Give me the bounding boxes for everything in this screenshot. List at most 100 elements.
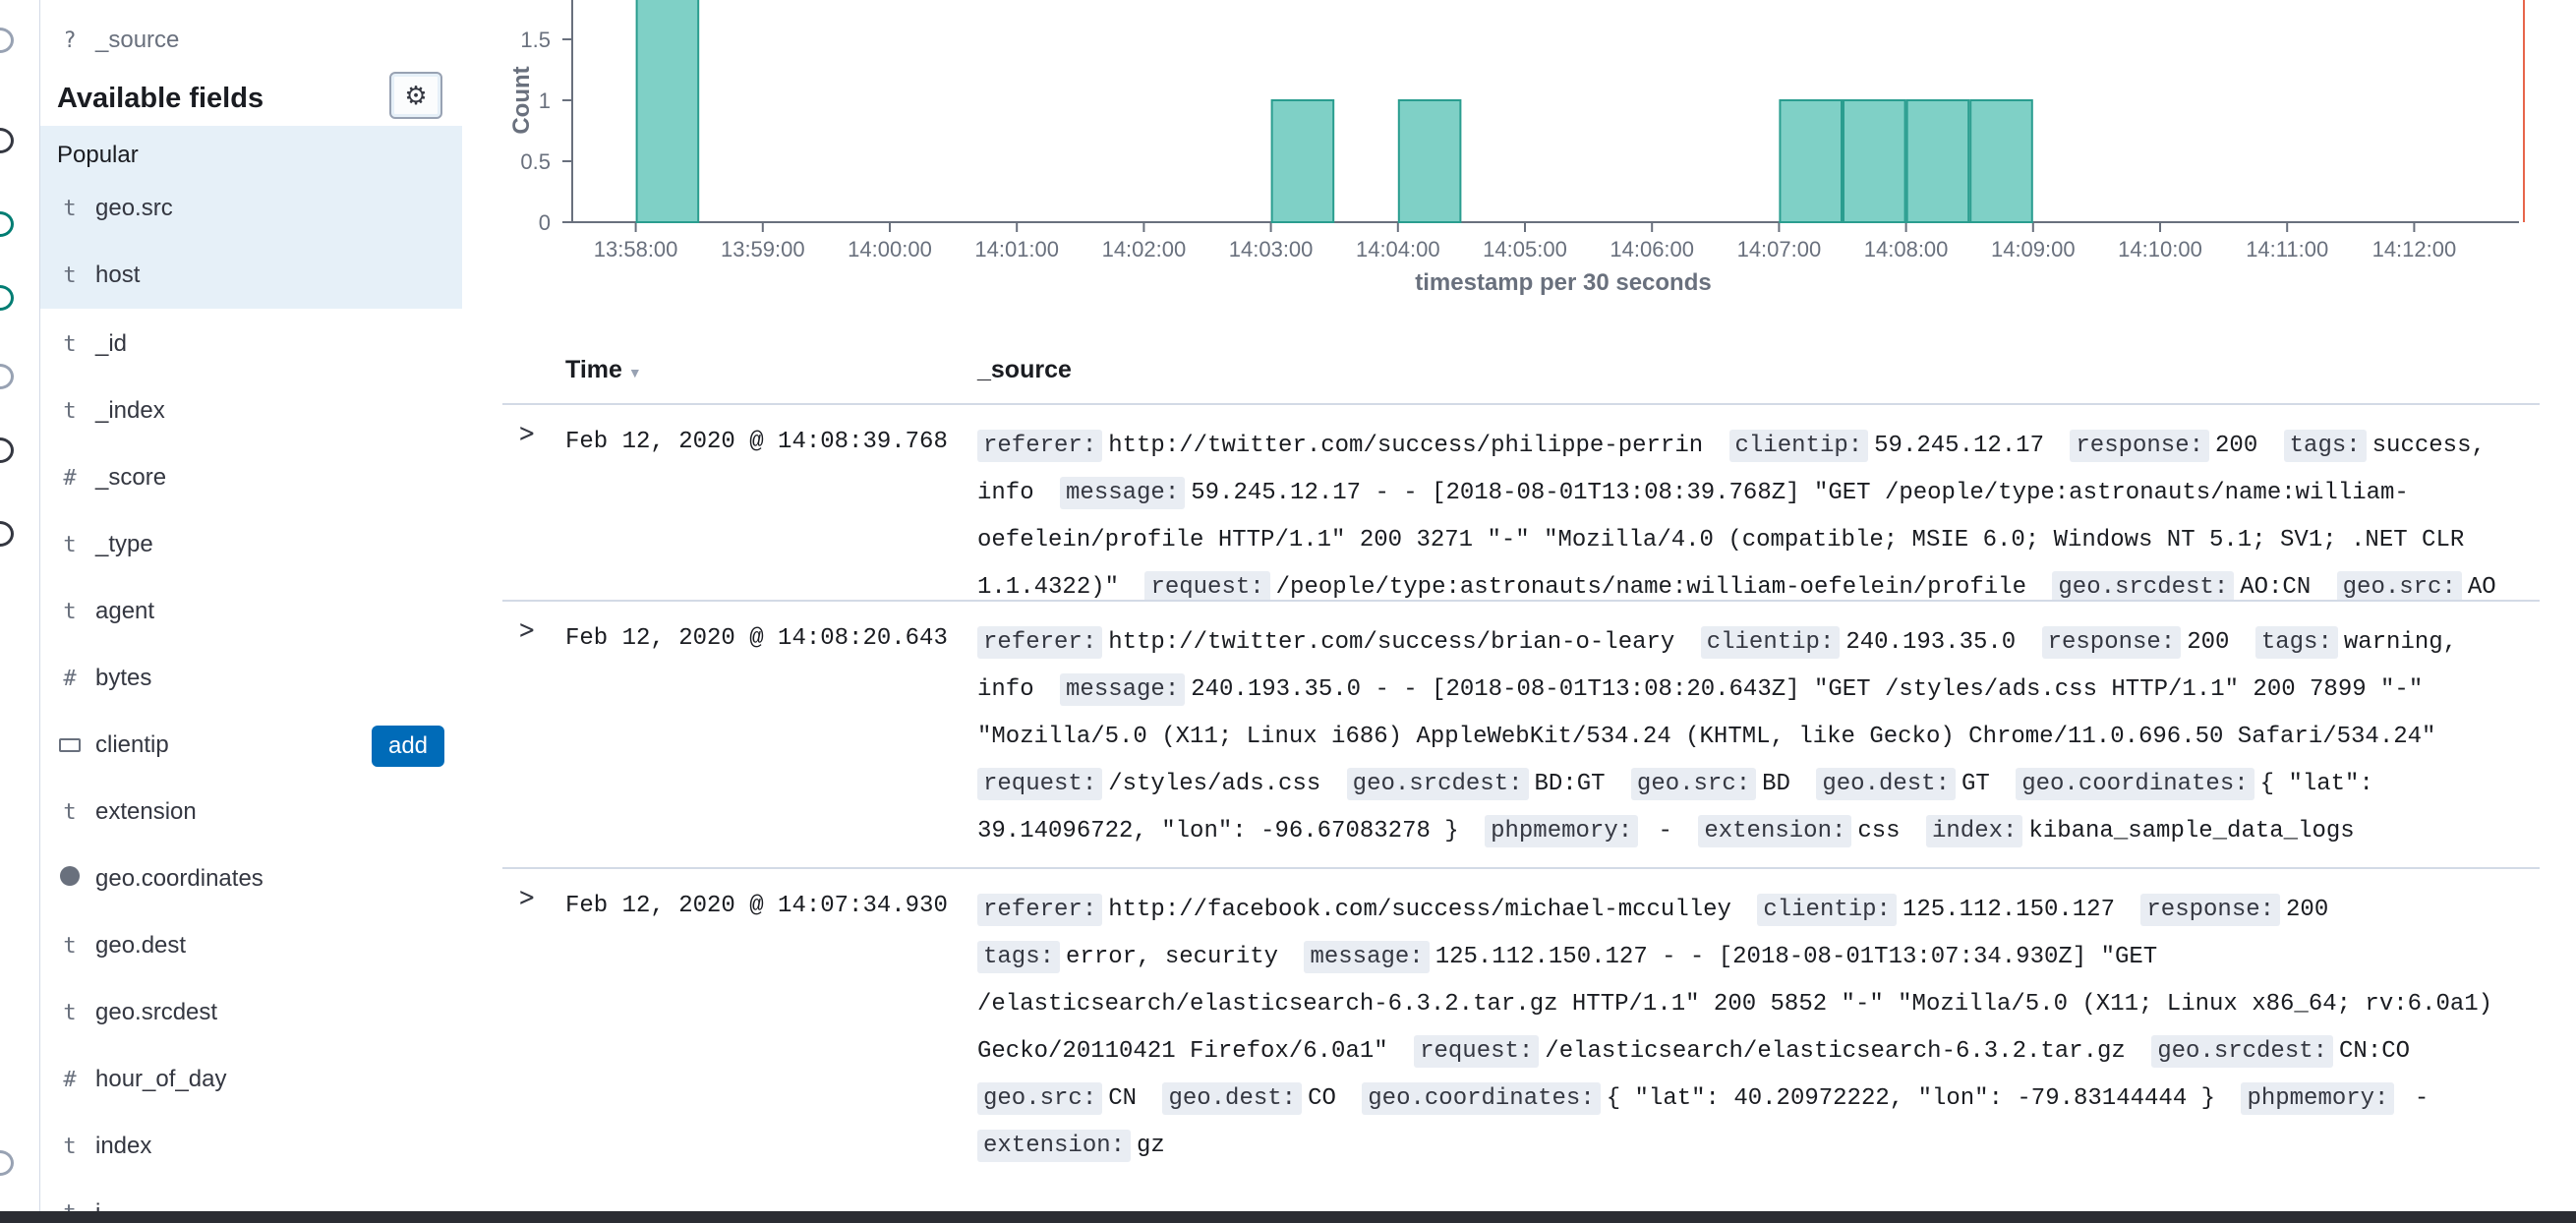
histogram-bar <box>1397 99 1462 223</box>
field-row[interactable]: t geo.dest <box>40 914 462 977</box>
source-field-key: geo.dest: <box>1162 1082 1303 1115</box>
number-type-icon: # <box>63 465 77 491</box>
histogram-bar <box>1969 99 2033 223</box>
source-field-value: { "lat": 40.20972222, "lon": -79.8314444… <box>1606 1085 2216 1112</box>
expand-row-icon[interactable]: > <box>518 883 535 912</box>
source-field-key: clientip: <box>1728 430 1869 462</box>
row-source: referer: http://twitter.com/success/brian… <box>977 619 2516 855</box>
field-row[interactable]: t _type <box>40 513 462 576</box>
x-tick-label: 14:07:00 <box>1737 237 1822 262</box>
field-row[interactable]: # hour_of_day <box>40 1048 462 1111</box>
source-field-value: /styles/ads.css <box>1108 771 1321 797</box>
field-name: _index <box>95 397 165 424</box>
source-field-value: - <box>1644 818 1687 844</box>
source-field-key: response: <box>2041 626 2182 659</box>
histogram-bar <box>1905 99 1970 223</box>
discover-icon[interactable] <box>0 128 14 153</box>
field-name: hour_of_day <box>95 1066 227 1092</box>
source-field-value: http://facebook.com/success/michael-mccu… <box>1108 897 1731 923</box>
histogram-chart: 0 0.5 1 1.5 Count 13:58:00 13:59:00 14:00:00 14:… <box>508 0 2525 296</box>
field-row[interactable]: t _index <box>40 379 462 442</box>
sort-icon[interactable]: ▼ <box>628 365 642 380</box>
popular-fields-block: Popular t geo.src t host <box>40 126 462 309</box>
source-field-key: geo.src: <box>977 1082 1103 1115</box>
field-settings-button[interactable]: ⚙ <box>389 72 442 119</box>
add-field-button[interactable]: add <box>372 726 444 767</box>
field-name: extension <box>95 798 197 825</box>
collapse-icon[interactable] <box>0 1150 14 1176</box>
string-type-icon: t <box>56 1201 84 1212</box>
popular-field-geo-src[interactable]: t geo.src <box>40 177 462 240</box>
source-field-value: error, security <box>1066 944 1279 970</box>
source-field-key: response: <box>2140 894 2281 926</box>
source-field-value: GT <box>1961 771 1990 797</box>
source-field-value: 200 <box>2286 897 2329 923</box>
expand-row-icon[interactable]: > <box>518 615 535 645</box>
table-row: > Feb 12, 2020 @ 14:08:20.643 referer: ht… <box>502 602 2540 869</box>
source-field-value: - <box>2400 1085 2430 1112</box>
settings-gear-icon[interactable] <box>0 521 14 547</box>
string-type-icon: t <box>63 532 77 557</box>
field-row-clientip[interactable]: clientip add <box>40 714 462 777</box>
source-field-key: extension: <box>1698 815 1852 847</box>
x-tick-label: 14:04:00 <box>1356 237 1440 262</box>
popular-field-host[interactable]: t host <box>40 244 462 307</box>
source-field-key: geo.srcdest: <box>2052 571 2235 600</box>
row-source: referer: http://twitter.com/success/phili… <box>977 423 2516 601</box>
field-row[interactable]: t agent <box>40 580 462 643</box>
source-field-value: CN <box>1108 1085 1138 1112</box>
source-field-value: 200 <box>2215 433 2258 459</box>
x-tick-label: 14:03:00 <box>1229 237 1314 262</box>
time-column-header[interactable]: Time ▼ <box>565 356 642 384</box>
field-row[interactable]: t _id <box>40 313 462 376</box>
table-header: Time ▼ _source <box>502 332 2540 405</box>
source-field-value: 240.193.35.0 - - [2018-08-01T13:08:20.64… <box>977 676 2436 750</box>
source-field-key: message: <box>1060 673 1186 706</box>
maps-icon[interactable] <box>0 437 14 463</box>
x-tick-label: 13:58:00 <box>594 237 678 262</box>
field-name: geo.src <box>95 195 173 221</box>
source-field-key: phpmemory: <box>1485 815 1639 847</box>
field-row[interactable]: t extension <box>40 781 462 844</box>
source-field-key: clientip: <box>1700 626 1841 659</box>
field-name: i... <box>95 1199 120 1211</box>
visualize-icon[interactable] <box>0 211 14 237</box>
source-field-row[interactable]: ? _source <box>40 16 462 65</box>
source-field-key: geo.srcdest: <box>2151 1035 2334 1068</box>
expand-row-icon[interactable]: > <box>518 419 535 448</box>
dashboard-icon[interactable] <box>0 285 14 311</box>
source-field-key: message: <box>1304 941 1430 973</box>
source-field-key: geo.coordinates: <box>1362 1082 1601 1115</box>
histogram-bar <box>1270 99 1335 223</box>
source-field-key: referer: <box>977 894 1103 926</box>
y-tick-label: 1 <box>539 88 551 113</box>
string-type-icon: t <box>63 262 77 288</box>
available-fields-header: Available fields ⚙ <box>40 69 462 128</box>
laptop-icon <box>56 733 84 758</box>
y-tick-label: 0 <box>539 210 551 235</box>
field-name: _id <box>95 330 128 357</box>
source-field-key: request: <box>1144 571 1270 600</box>
histogram-bar <box>635 0 700 223</box>
clock-icon[interactable] <box>0 28 14 53</box>
field-row[interactable]: # _score <box>40 446 462 509</box>
string-type-icon: t <box>63 196 77 221</box>
canvas-icon[interactable] <box>0 364 14 389</box>
source-field-key: tags: <box>977 941 1061 973</box>
source-field-value: CN:CO <box>2339 1038 2411 1065</box>
field-row[interactable]: t i... <box>40 1182 462 1211</box>
field-name: bytes <box>95 665 152 691</box>
field-row[interactable]: t geo.srcdest <box>40 981 462 1044</box>
source-field-value: AO <box>2467 574 2496 601</box>
source-field-value: /people/type:astronauts/name:william-oef… <box>1275 574 2026 601</box>
y-tick-label: 1.5 <box>520 28 551 52</box>
field-row[interactable]: # bytes <box>40 647 462 710</box>
field-row[interactable]: t index <box>40 1115 462 1178</box>
source-field-value: /elasticsearch/elasticsearch-6.3.2.tar.g… <box>1545 1038 2126 1065</box>
row-timestamp: Feb 12, 2020 @ 14:08:20.643 <box>565 625 948 652</box>
y-tick-label: 0.5 <box>520 149 551 174</box>
field-name: _type <box>95 531 153 557</box>
x-tick-label: 14:08:00 <box>1864 237 1949 262</box>
field-row[interactable]: geo.coordinates <box>40 847 462 910</box>
field-name: geo.coordinates <box>95 865 263 892</box>
